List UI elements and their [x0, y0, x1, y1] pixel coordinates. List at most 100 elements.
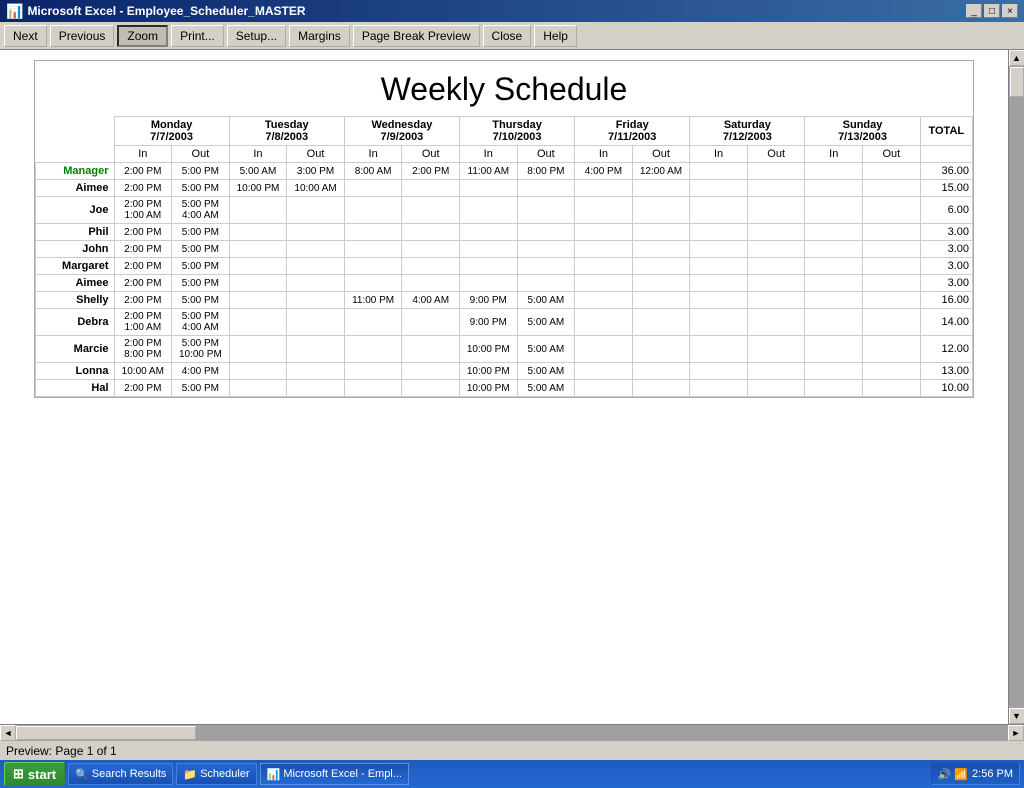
title-bar: 📊 Microsoft Excel - Employee_Scheduler_M…	[0, 0, 1024, 22]
thursday-header: Thursday 7/10/2003	[459, 117, 574, 146]
help-button[interactable]: Help	[534, 25, 577, 47]
cell-out: 5:00 PM4:00 AM	[172, 309, 230, 336]
windows-logo: ⊞	[13, 766, 24, 782]
next-button[interactable]: Next	[4, 25, 47, 47]
cell-out: 5:00 PM	[172, 224, 230, 241]
cell-in: 10:00 PM	[459, 336, 517, 363]
cell-in	[575, 380, 633, 397]
page-break-preview-button[interactable]: Page Break Preview	[353, 25, 480, 47]
day-name-row: Monday 7/7/2003 Tuesday 7/8/2003 Wednesd…	[36, 117, 973, 146]
cell-in: 11:00 AM	[459, 163, 517, 180]
employee-name: Aimee	[36, 180, 115, 197]
cell-out: 5:00 AM	[517, 292, 575, 309]
cell-in	[459, 258, 517, 275]
cell-in	[344, 241, 402, 258]
cell-in: 2:00 PM1:00 AM	[114, 309, 172, 336]
tray-icons: 🔊 📶	[938, 768, 968, 781]
cell-out: 4:00 AM	[402, 292, 460, 309]
cell-out: 5:00 AM	[517, 309, 575, 336]
wednesday-header: Wednesday 7/9/2003	[344, 117, 459, 146]
cell-out: 8:00 PM	[517, 163, 575, 180]
cell-in	[459, 275, 517, 292]
cell-out	[632, 292, 690, 309]
scroll-thumb-v[interactable]	[1010, 67, 1024, 97]
print-button[interactable]: Print...	[171, 25, 224, 47]
close-preview-button[interactable]: Close	[483, 25, 532, 47]
scroll-track-v[interactable]	[1009, 66, 1024, 708]
cell-out	[863, 363, 921, 380]
cell-out	[517, 258, 575, 275]
cell-out: 5:00 AM	[517, 336, 575, 363]
cell-in	[344, 224, 402, 241]
maximize-button[interactable]: □	[984, 4, 1000, 18]
cell-in	[690, 180, 748, 197]
cell-out	[402, 258, 460, 275]
total-cell: 15.00	[920, 180, 972, 197]
scroll-track-h[interactable]	[16, 725, 1008, 741]
schedule-title: Weekly Schedule	[35, 61, 973, 116]
zoom-button[interactable]: Zoom	[117, 25, 168, 47]
cell-out	[287, 275, 345, 292]
cell-in: 10:00 PM	[459, 363, 517, 380]
previous-button[interactable]: Previous	[50, 25, 115, 47]
cell-out	[402, 363, 460, 380]
cell-in	[344, 380, 402, 397]
thu-out: Out	[517, 146, 575, 163]
start-button[interactable]: ⊞ start	[4, 762, 65, 786]
cell-in	[690, 380, 748, 397]
cell-in	[575, 241, 633, 258]
cell-out	[747, 224, 805, 241]
cell-in	[229, 241, 287, 258]
setup-button[interactable]: Setup...	[227, 25, 286, 47]
table-row: Debra2:00 PM1:00 AM5:00 PM4:00 AM9:00 PM…	[36, 309, 973, 336]
taskbar-item-excel[interactable]: 📊 Microsoft Excel - Empl...	[260, 763, 409, 785]
total-cell: 3.00	[920, 241, 972, 258]
cell-in	[690, 275, 748, 292]
cell-in	[229, 292, 287, 309]
taskbar-item-scheduler[interactable]: 📁 Scheduler	[176, 763, 256, 785]
employee-name: Debra	[36, 309, 115, 336]
total-cell: 3.00	[920, 224, 972, 241]
cell-out	[402, 224, 460, 241]
cell-out	[747, 197, 805, 224]
cell-in	[459, 180, 517, 197]
scroll-right-button[interactable]: ►	[1008, 725, 1024, 741]
cell-in	[690, 336, 748, 363]
cell-in	[805, 241, 863, 258]
table-row: Lonna10:00 AM4:00 PM10:00 PM5:00 AM13.00	[36, 363, 973, 380]
cell-out	[632, 380, 690, 397]
cell-out	[287, 336, 345, 363]
tue-out: Out	[287, 146, 345, 163]
scroll-thumb-h[interactable]	[16, 726, 196, 740]
sat-out: Out	[747, 146, 805, 163]
margins-button[interactable]: Margins	[289, 25, 350, 47]
cell-in	[575, 309, 633, 336]
cell-out: 5:00 PM	[172, 380, 230, 397]
cell-in	[229, 224, 287, 241]
cell-out	[632, 363, 690, 380]
cell-in: 10:00 AM	[114, 363, 172, 380]
scroll-left-button[interactable]: ◄	[0, 725, 16, 741]
cell-in	[805, 197, 863, 224]
cell-in	[344, 309, 402, 336]
employee-name: Lonna	[36, 363, 115, 380]
cell-out	[747, 380, 805, 397]
cell-in	[805, 180, 863, 197]
close-button[interactable]: ×	[1002, 4, 1018, 18]
total-cell: 3.00	[920, 258, 972, 275]
clock: 2:56 PM	[972, 768, 1013, 780]
total-cell: 10.00	[920, 380, 972, 397]
cell-out	[632, 241, 690, 258]
vertical-scrollbar[interactable]: ▲ ▼	[1008, 50, 1024, 724]
taskbar-item-search[interactable]: 🔍 Search Results	[68, 763, 173, 785]
cell-out	[402, 180, 460, 197]
cell-out	[287, 197, 345, 224]
minimize-button[interactable]: _	[966, 4, 982, 18]
scroll-up-button[interactable]: ▲	[1009, 50, 1024, 66]
cell-in	[344, 258, 402, 275]
cell-out	[402, 197, 460, 224]
scroll-down-button[interactable]: ▼	[1009, 708, 1024, 724]
cell-out	[863, 380, 921, 397]
cell-in	[805, 224, 863, 241]
horizontal-scrollbar[interactable]: ◄ ►	[0, 724, 1024, 740]
